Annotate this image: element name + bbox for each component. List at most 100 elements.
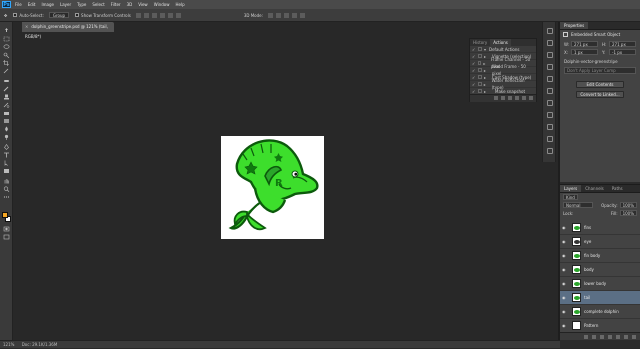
trash-icon[interactable] [529, 96, 533, 100]
dodge-tool-icon[interactable] [3, 134, 10, 140]
fill-input[interactable]: 100% [619, 210, 637, 216]
edit-contents-button[interactable]: Edit Contents [576, 81, 624, 88]
paragraph-panel-icon[interactable] [547, 76, 553, 82]
gradient-tool-icon[interactable] [3, 118, 10, 124]
3d-pan-icon[interactable] [283, 12, 289, 18]
eyedropper-tool-icon[interactable] [3, 68, 10, 74]
dialog-toggle-box[interactable] [477, 61, 482, 65]
tab-layers[interactable]: Layers [560, 185, 582, 192]
menu-window[interactable]: Window [154, 2, 170, 7]
history-panel-icon[interactable] [547, 28, 553, 34]
visibility-eye-icon[interactable]: ◉ [562, 309, 568, 314]
3d-orbit-icon[interactable] [267, 12, 273, 18]
layer-row[interactable]: ◉ Pattern [560, 319, 640, 333]
width-field[interactable]: W: 271 px [564, 41, 598, 47]
menu-view[interactable]: View [138, 2, 148, 7]
new-action-icon[interactable] [522, 96, 526, 100]
y-value[interactable]: -1 px [609, 49, 636, 55]
zoom-tool-icon[interactable] [3, 186, 10, 192]
healing-brush-tool-icon[interactable] [3, 78, 10, 84]
y-field[interactable]: Y: -1 px [602, 49, 636, 55]
layer-row[interactable]: ◉ fin body [560, 249, 640, 263]
width-value[interactable]: 271 px [571, 41, 598, 47]
history-brush-tool-icon[interactable] [3, 102, 10, 108]
visibility-eye-icon[interactable]: ◉ [562, 323, 568, 328]
dialog-toggle-box[interactable] [478, 54, 482, 58]
close-tab-icon[interactable]: × [25, 24, 28, 29]
menu-edit[interactable]: Edit [28, 2, 36, 7]
align-left-icon[interactable] [159, 12, 165, 18]
menu-file[interactable]: File [15, 2, 22, 7]
align-right-icon[interactable] [175, 12, 181, 18]
add-mask-icon[interactable] [600, 334, 604, 339]
tab-properties[interactable]: Properties [560, 22, 589, 29]
menu-image[interactable]: Image [41, 2, 54, 7]
layer-row[interactable]: ◉ lower body [560, 277, 640, 291]
layer-style-icon[interactable] [592, 334, 596, 339]
action-enabled-check-icon[interactable]: ✓ [472, 81, 476, 88]
opacity-input[interactable]: 100% [619, 202, 637, 208]
move-tool-icon[interactable] [3, 28, 10, 34]
x-field[interactable]: X: 1 px [564, 49, 598, 55]
dialog-toggle-box[interactable] [478, 89, 482, 93]
layer-row[interactable]: ◉ body [560, 263, 640, 277]
layer-comp-dropdown[interactable]: Don't Apply Layer Comp [564, 67, 636, 74]
action-enabled-check-icon[interactable]: ✓ [472, 53, 476, 60]
move-tool-icon[interactable]: ✥ [4, 13, 7, 18]
screen-mode-icon[interactable] [3, 234, 10, 240]
action-enabled-check-icon[interactable]: ✓ [472, 67, 476, 74]
action-enabled-check-icon[interactable]: ✓ [472, 46, 476, 53]
action-enabled-check-icon[interactable]: ✓ [472, 74, 476, 81]
visibility-eye-icon[interactable]: ◉ [562, 267, 568, 272]
crop-tool-icon[interactable] [3, 60, 10, 66]
pen-tool-icon[interactable] [3, 144, 10, 150]
layer-row[interactable]: ◉ eye [560, 235, 640, 249]
dialog-toggle-box[interactable] [478, 47, 482, 51]
clone-source-panel-icon[interactable] [547, 112, 553, 118]
rectangle-tool-icon[interactable] [3, 168, 10, 174]
action-enabled-check-icon[interactable]: ✓ [472, 60, 476, 67]
brush-panel-icon[interactable] [547, 100, 553, 106]
tab-paths[interactable]: Paths [608, 185, 627, 192]
menu-help[interactable]: Help [175, 2, 184, 7]
path-selection-tool-icon[interactable] [3, 160, 10, 166]
align-bottom-icon[interactable] [151, 12, 157, 18]
height-value[interactable]: 271 px [609, 41, 636, 47]
quick-select-tool-icon[interactable] [3, 52, 10, 58]
new-set-icon[interactable] [515, 96, 519, 100]
x-value[interactable]: 1 px [571, 49, 598, 55]
navigator-panel-icon[interactable] [547, 124, 553, 130]
styles-panel-icon[interactable] [547, 64, 553, 70]
tab-channels[interactable]: Channels [581, 185, 608, 192]
document-tab[interactable]: × dolphin_greenstripe.psd @ 121% (tail, R… [22, 22, 114, 39]
layer-row[interactable]: ◉ fins [560, 221, 640, 235]
menu-select[interactable]: Select [92, 2, 104, 7]
visibility-eye-icon[interactable]: ◉ [562, 239, 568, 244]
more-tools-icon[interactable] [3, 194, 10, 200]
quick-mask-icon[interactable] [3, 226, 10, 232]
3d-roll-icon[interactable] [275, 12, 281, 18]
auto-select-dropdown[interactable]: Group [48, 12, 70, 18]
show-transform-checkbox[interactable] [75, 13, 80, 17]
new-group-icon[interactable] [616, 334, 620, 339]
dialog-toggle-box[interactable] [478, 75, 482, 79]
convert-to-linked-button[interactable]: Convert to Linked... [576, 91, 624, 98]
zoom-level[interactable]: 121% [3, 342, 14, 347]
visibility-eye-icon[interactable]: ◉ [562, 253, 568, 258]
auto-select-checkbox[interactable] [13, 13, 18, 17]
menu-3d[interactable]: 3D [127, 2, 133, 7]
info-panel-icon[interactable] [547, 136, 553, 142]
brush-tool-icon[interactable] [3, 86, 10, 92]
play-icon[interactable] [508, 96, 512, 100]
foreground-color-swatch[interactable] [2, 212, 8, 218]
dialog-toggle-box[interactable] [477, 82, 482, 86]
trash-icon[interactable] [632, 334, 636, 339]
layer-row[interactable]: ◉ tail [560, 291, 640, 305]
lasso-tool-icon[interactable] [3, 44, 10, 50]
visibility-eye-icon[interactable]: ◉ [562, 225, 568, 230]
dialog-toggle-box[interactable] [477, 68, 482, 72]
marquee-tool-icon[interactable] [3, 36, 10, 42]
visibility-eye-icon[interactable]: ◉ [562, 295, 568, 300]
align-middle-icon[interactable] [143, 12, 149, 18]
eraser-tool-icon[interactable] [3, 110, 10, 116]
